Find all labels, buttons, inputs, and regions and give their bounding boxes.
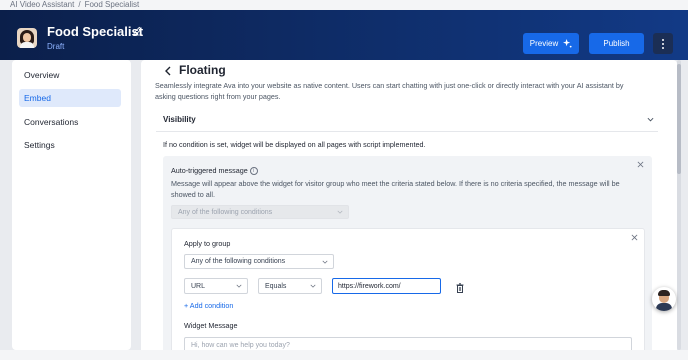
auto-trigger-condition-select: Any of the following conditions (171, 205, 349, 219)
trash-icon[interactable] (456, 283, 464, 293)
auto-trigger-condition-value: Any of the following conditions (178, 208, 273, 216)
chevron-left-icon[interactable] (164, 66, 172, 76)
rule-value-input[interactable]: https://firework.com/ (332, 278, 441, 294)
pencil-icon[interactable] (133, 26, 142, 36)
apply-to-group-label: Apply to group (184, 239, 231, 248)
auto-trigger-description: Message will appear above the widget for… (171, 179, 620, 199)
chevron-down-icon (647, 117, 654, 122)
chevron-down-icon (322, 260, 328, 264)
widget-message-label: Widget Message (184, 321, 238, 330)
sidebar-item-conversations[interactable]: Conversations (19, 113, 121, 131)
chevron-down-icon (310, 284, 316, 288)
apply-group-box: Apply to group Any of the following cond… (171, 228, 645, 360)
sidebar-item-embed[interactable]: Embed (19, 89, 121, 107)
sidebar-nav: Overview Embed Conversations Settings (12, 60, 131, 350)
sidebar-item-settings[interactable]: Settings (19, 136, 121, 154)
page-header: Food Specialist Draft Preview Publish (0, 10, 688, 60)
page-title: Floating (179, 63, 226, 77)
chevron-down-icon (236, 284, 242, 288)
breadcrumb: AI Video Assistant / Food Specialist (0, 0, 688, 10)
close-icon[interactable] (631, 234, 638, 241)
assistant-title: Food Specialist (47, 24, 144, 39)
info-icon[interactable]: i (249, 167, 258, 176)
assistant-avatar (17, 28, 37, 48)
sidebar-item-overview[interactable]: Overview (19, 66, 121, 84)
close-icon[interactable] (637, 161, 644, 168)
kebab-icon[interactable] (653, 33, 673, 54)
embed-panel: Floating Seamlessly integrate Ava into y… (141, 60, 677, 360)
preview-button[interactable]: Preview (523, 33, 579, 54)
rule-operator-value: Equals (265, 282, 287, 290)
status-badge: Draft (47, 42, 65, 51)
add-condition-link[interactable]: + Add condition (184, 301, 233, 310)
chevron-down-icon (337, 210, 343, 214)
group-condition-select[interactable]: Any of the following conditions (184, 254, 334, 269)
rule-field-select[interactable]: URL (184, 278, 248, 294)
chat-widget-avatar[interactable] (652, 287, 676, 311)
auto-trigger-title: Auto-triggered message i (171, 166, 258, 176)
sparkle-icon (563, 39, 572, 48)
group-condition-value: Any of the following conditions (191, 258, 286, 265)
preview-button-label: Preview (529, 39, 559, 48)
visibility-label: Visibility (163, 115, 196, 124)
page-description: Seamlessly integrate Ava into your websi… (155, 81, 624, 101)
visibility-section-header[interactable]: Visibility (156, 108, 658, 132)
publish-button-label: Publish (603, 39, 630, 48)
publish-button[interactable]: Publish (589, 33, 644, 54)
breadcrumb-parent-link[interactable]: AI Video Assistant (10, 0, 74, 9)
rule-field-value: URL (191, 282, 206, 290)
breadcrumb-current: Food Specialist (84, 0, 140, 9)
bottom-strip (0, 350, 688, 360)
rule-operator-select[interactable]: Equals (258, 278, 322, 294)
auto-trigger-card: Auto-triggered message i Message will app… (163, 156, 652, 360)
breadcrumb-separator: / (78, 0, 81, 9)
auto-trigger-title-text: Auto-triggered message (171, 166, 248, 175)
visibility-note: If no condition is set, widget will be d… (163, 140, 426, 149)
panel-scrollbar-thumb[interactable] (677, 64, 681, 174)
